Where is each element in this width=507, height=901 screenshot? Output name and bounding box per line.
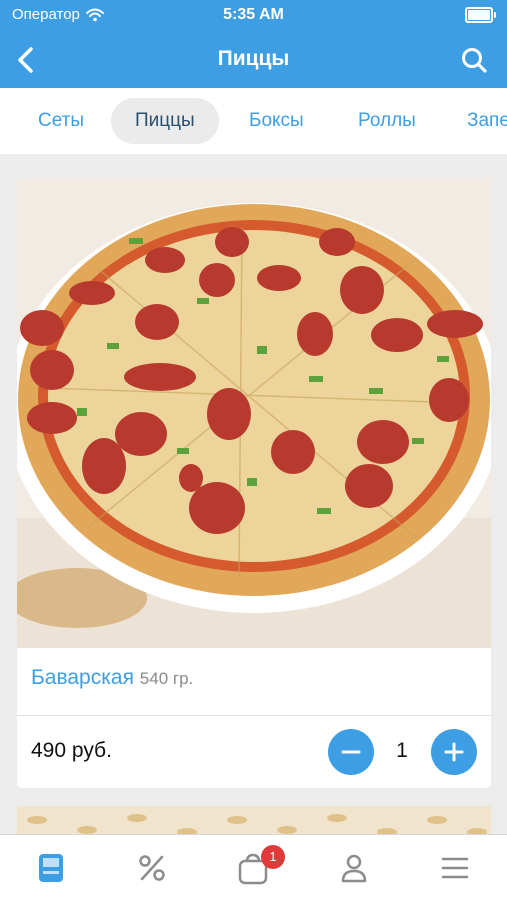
minus-icon (341, 750, 361, 754)
status-bar: Оператор 5:35 AM (0, 0, 507, 30)
plus-icon (444, 742, 464, 762)
menu-icon (441, 857, 468, 879)
tab-boxes[interactable]: Боксы (249, 98, 304, 144)
bottom-tab-bar: 1 (0, 834, 507, 901)
tab-baked[interactable]: Запе (467, 98, 507, 144)
cart-badge: 1 (261, 845, 285, 869)
product-card[interactable]: Баварская 540 гр. 490 руб. 1 (17, 178, 491, 788)
tab-rolls[interactable]: Роллы (358, 98, 416, 144)
quantity-value: 1 (396, 739, 408, 762)
status-time: 5:35 AM (223, 6, 284, 23)
page-title: Пиццы (217, 47, 290, 70)
tabbar-cart[interactable]: 1 (202, 835, 303, 901)
top-bar: Оператор 5:35 AM Пиццы (0, 0, 507, 88)
divider (17, 715, 491, 716)
tabbar-promotions[interactable] (101, 835, 202, 901)
increase-quantity-button[interactable] (431, 729, 477, 775)
product-price: 490 руб. (31, 739, 112, 762)
tabbar-menu[interactable] (404, 835, 505, 901)
category-tabs: Сеты Пиццы Боксы Роллы Запе (0, 88, 507, 154)
tab-pizzas[interactable]: Пиццы (111, 98, 219, 144)
tabbar-profile[interactable] (303, 835, 404, 901)
battery-icon (465, 7, 496, 23)
catalog-icon (38, 854, 63, 882)
tabbar-catalog[interactable] (0, 835, 101, 901)
search-icon (462, 48, 487, 73)
product-weight: 540 гр. (139, 669, 194, 688)
navigation-bar: Пиццы (0, 32, 507, 88)
product-title[interactable]: Баварская 540 гр. (31, 666, 193, 690)
decrease-quantity-button[interactable] (328, 729, 374, 775)
pizza-photo[interactable] (17, 178, 491, 648)
search-button[interactable] (457, 43, 491, 77)
profile-icon (341, 854, 366, 883)
percent-icon (138, 855, 165, 881)
tab-sets[interactable]: Сеты (38, 98, 84, 144)
product-name[interactable]: Баварская (31, 666, 134, 689)
